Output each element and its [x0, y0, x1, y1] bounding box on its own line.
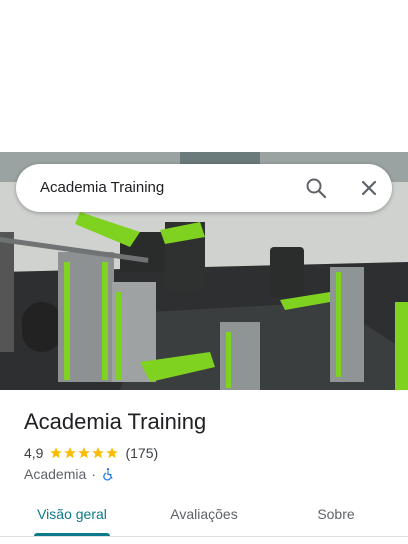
tab-about[interactable]: Sobre: [286, 496, 386, 534]
star-icon: [50, 447, 63, 459]
place-title: Academia Training: [24, 409, 207, 434]
close-icon[interactable]: [357, 176, 381, 200]
place-category: Academia: [24, 466, 87, 482]
star-rating: [49, 446, 119, 460]
rating-value: 4,9: [24, 445, 44, 461]
star-icon: [64, 447, 77, 459]
star-icon: [106, 447, 119, 459]
star-icon: [78, 447, 91, 459]
tab-reviews[interactable]: Avaliações: [154, 496, 254, 534]
tab-overview[interactable]: Visão geral: [22, 496, 122, 534]
separator-dot: ·: [91, 466, 96, 482]
search-icon[interactable]: [304, 176, 328, 200]
wheelchair-accessible-icon: [103, 468, 113, 481]
category-row: Academia ·: [24, 464, 115, 484]
tabs-divider: [0, 536, 408, 537]
search-input[interactable]: Academia Training: [40, 178, 164, 198]
search-bar[interactable]: Academia Training: [16, 164, 392, 212]
tab-bar: Visão geral Avaliações Sobre: [0, 496, 408, 536]
review-count[interactable]: (175): [125, 445, 158, 461]
rating-row[interactable]: 4,9 (175): [24, 443, 158, 463]
star-icon: [92, 447, 105, 459]
